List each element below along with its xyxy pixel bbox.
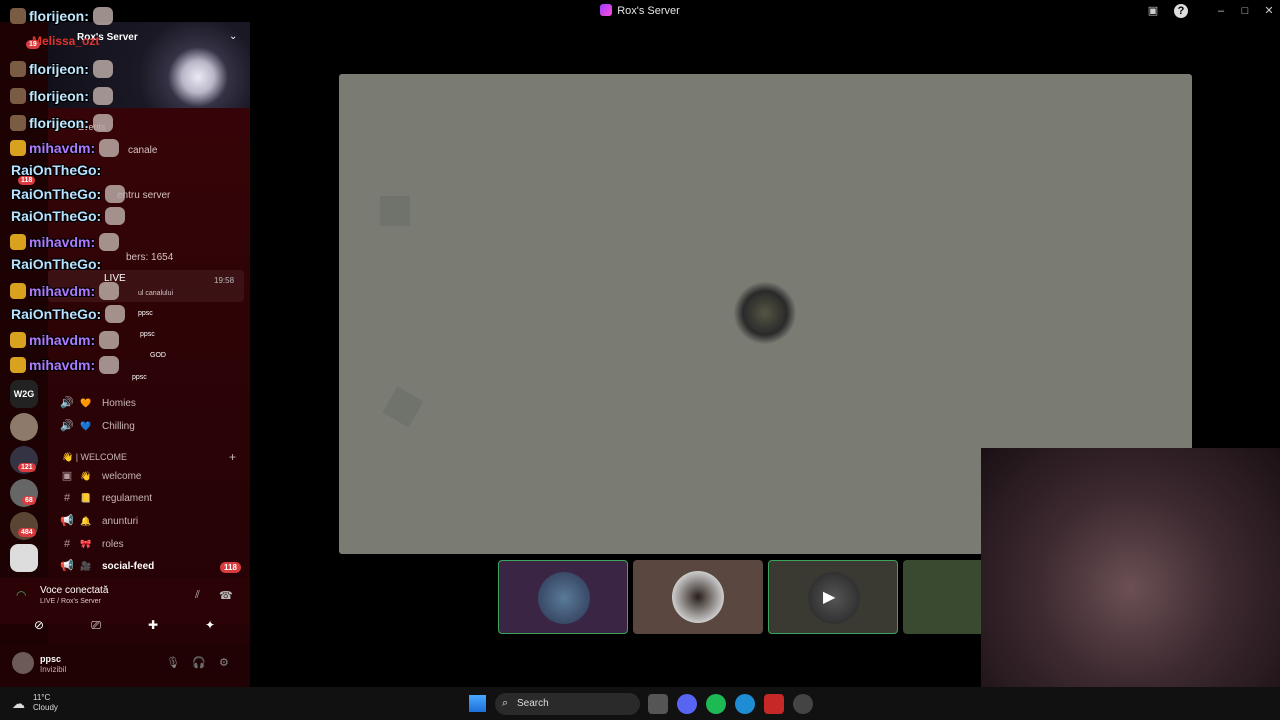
microphone-icon[interactable]: 🎙 <box>166 656 180 669</box>
server-icon-6[interactable] <box>10 544 38 572</box>
user-status: Invizibil <box>40 665 67 674</box>
taskbar <box>0 687 1280 720</box>
avatar[interactable] <box>12 652 34 674</box>
spotify-icon[interactable] <box>706 694 726 714</box>
chat-overlay-line: RaiOnTheGo: <box>0 207 126 229</box>
chat-overlay-line: mihavdm: <box>0 331 120 353</box>
voice-channel-homies[interactable]: 🔊 🧡 Homies <box>48 393 250 414</box>
task-view-icon[interactable] <box>648 694 668 714</box>
app-icon[interactable] <box>764 694 784 714</box>
channel-welcome[interactable]: ▣ 👋 welcome <box>48 466 250 487</box>
close-button[interactable]: ✕ <box>1260 3 1278 19</box>
browse-channels-link[interactable]: canale <box>128 145 157 156</box>
inbox-icon[interactable]: ▣ <box>1144 3 1162 19</box>
participant-tile[interactable] <box>498 560 628 634</box>
edge-icon[interactable] <box>735 694 755 714</box>
voice-status-title: Voce conectată <box>40 585 109 596</box>
discord-icon[interactable] <box>677 694 697 714</box>
channel-anunturi[interactable]: 📢 🔔 anunturi <box>48 511 250 532</box>
disconnect-icon[interactable]: ☎ <box>219 589 233 602</box>
user-panel <box>0 644 250 687</box>
cloud-icon: ☁ <box>12 696 25 711</box>
voice-user-tag: ppsc <box>138 310 153 317</box>
participant-tile[interactable] <box>633 560 763 634</box>
search-icon: ⌕ <box>502 697 509 709</box>
voice-user-tag: ppsc <box>132 374 147 381</box>
server-w2g[interactable]: W2G <box>10 380 38 408</box>
screen-share-icon[interactable]: ⎚ <box>76 614 116 636</box>
stream-time: 19:58 <box>214 276 235 285</box>
chat-overlay-line: florijeon: <box>0 7 113 29</box>
voice-status-sub[interactable]: LIVE / Rox's Server <box>40 598 101 605</box>
chevron-down-icon[interactable]: ⌄ <box>229 31 237 42</box>
soundboard-icon[interactable]: ✦ <box>190 614 230 636</box>
speaker-icon: 🔊 <box>60 397 74 409</box>
weather-widget[interactable]: 11°C Cloudy <box>33 693 58 713</box>
speaker-icon: 🔊 <box>60 420 74 432</box>
server-badge: 121 <box>18 463 36 472</box>
video-off-icon[interactable]: ⊘ <box>19 614 59 636</box>
category-welcome[interactable]: 👋 | WELCOME <box>62 452 127 463</box>
participant-tile[interactable] <box>903 560 981 634</box>
chat-overlay-line: RaiOnTheGo: <box>11 162 102 178</box>
chat-overlay-name: Melissa_ozt <box>32 34 100 48</box>
chat-overlay-line: mihavdm: <box>0 356 120 378</box>
chat-overlay-line: florijeon: <box>0 114 113 136</box>
chat-overlay-line: RaiOnTheGo: <box>11 256 102 272</box>
member-count: bers: 1654 <box>126 252 174 263</box>
obs-icon[interactable] <box>793 694 813 714</box>
server-badge: 68 <box>22 496 36 505</box>
chat-overlay-line: RaiOnTheGo: <box>0 185 126 207</box>
taskbar-search[interactable]: Search <box>495 693 640 715</box>
server-badge: 118 <box>18 176 36 185</box>
participant-tile[interactable]: ▶ <box>768 560 898 634</box>
channel-status: ul canalului <box>138 290 174 297</box>
add-channel-icon[interactable]: + <box>229 450 236 464</box>
chat-overlay-line: mihavdm: <box>0 233 120 255</box>
server-badge: 19 <box>26 40 40 49</box>
webcam-overlay <box>981 448 1280 720</box>
unread-badge: 118 <box>220 562 241 573</box>
maximize-button[interactable]: □ <box>1236 3 1254 19</box>
minimize-button[interactable]: – <box>1212 3 1230 19</box>
channel-regulament[interactable]: # 📒 regulament <box>48 488 250 509</box>
windows-start-icon[interactable] <box>469 695 486 712</box>
settings-gear-icon[interactable]: ⚙ <box>219 656 229 669</box>
signal-icon: ◠ <box>16 588 27 602</box>
server-icon <box>600 4 613 16</box>
chat-overlay-line: florijeon: <box>0 60 113 82</box>
window-title: Rox's Server <box>0 4 1280 17</box>
decor-shape <box>380 196 410 226</box>
help-icon[interactable]: ? <box>1174 4 1188 18</box>
server-badge: 484 <box>18 528 36 537</box>
chat-overlay-line: RaiOnTheGo: <box>0 305 126 327</box>
streamer-avatar <box>734 282 796 344</box>
chat-overlay-line: mihavdm: <box>0 282 120 304</box>
camera-icon: ▶ <box>823 589 836 606</box>
chat-overlay-line: mihavdm: <box>0 139 120 161</box>
activities-icon[interactable]: ✚ <box>133 614 173 636</box>
voice-user-tag: GOD <box>150 352 166 359</box>
voice-channel-chilling[interactable]: 🔊 💙 Chilling <box>48 416 250 437</box>
noise-suppression-icon[interactable]: ⫽ <box>195 589 200 602</box>
headphones-icon[interactable]: 🎧 <box>192 656 206 669</box>
username[interactable]: ppsc <box>40 654 61 664</box>
channel-roles[interactable]: # 🎀 roles <box>48 534 250 555</box>
chat-overlay-line: florijeon: <box>0 87 113 109</box>
server-cat[interactable] <box>10 413 38 441</box>
voice-user-tag: ppsc <box>140 331 155 338</box>
